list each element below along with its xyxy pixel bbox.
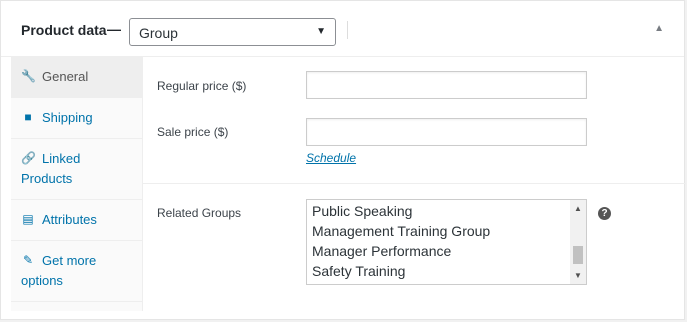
tab-attributes[interactable]: ▤ Attributes [11, 200, 143, 241]
schedule-link[interactable]: Schedule [306, 151, 356, 165]
scroll-down-icon[interactable]: ▼ [574, 271, 582, 280]
product-data-header: Product data — Group ▼ ▲ [1, 1, 684, 57]
product-data-tabs: 🔧 General ■ Shipping 🔗 Linked Products ▤… [11, 57, 143, 311]
scrollbar[interactable]: ▲ ▼ [570, 200, 586, 284]
chevron-down-icon: ▼ [316, 26, 326, 37]
product-type-select[interactable]: Group ▼ [129, 18, 336, 46]
list-item[interactable]: Manager Performance [312, 243, 451, 259]
scrollbar-thumb[interactable] [573, 246, 583, 264]
title-dash: — [107, 21, 121, 37]
sale-price-input[interactable] [306, 118, 587, 146]
list-item[interactable]: Public Speaking [312, 203, 412, 219]
related-groups-select[interactable]: Public Speaking Management Training Grou… [306, 199, 587, 285]
tab-linked-products[interactable]: 🔗 Linked Products [11, 139, 143, 200]
header-separator [347, 21, 348, 39]
sale-price-label: Sale price ($) [157, 125, 229, 139]
collapse-toggle-icon[interactable]: ▲ [654, 23, 664, 34]
product-data-title: Product data [21, 22, 107, 38]
tab-general[interactable]: 🔧 General [11, 57, 143, 98]
related-groups-label: Related Groups [157, 206, 242, 220]
product-data-panel: Product data — Group ▼ ▲ 🔧 General ■ Shi… [0, 0, 686, 320]
tab-get-more-options[interactable]: ✎ Get more options [11, 241, 143, 302]
product-type-value: Group [139, 25, 178, 41]
regular-price-input[interactable] [306, 71, 587, 99]
help-icon[interactable]: ? [598, 207, 611, 220]
list-item[interactable]: Safety Training [312, 263, 405, 279]
wrench-icon: 🔧 [21, 69, 36, 83]
regular-price-label: Regular price ($) [157, 79, 247, 93]
scroll-up-icon[interactable]: ▲ [574, 204, 582, 213]
list-item[interactable]: Management Training Group [312, 223, 490, 239]
section-divider [143, 183, 686, 184]
tab-shipping[interactable]: ■ Shipping [11, 98, 143, 139]
tab-shipping-label: Shipping [42, 110, 93, 125]
truck-icon: ■ [24, 110, 32, 124]
list-icon: ▤ [22, 212, 34, 226]
tab-attributes-label: Attributes [42, 212, 97, 227]
tab-general-label: General [42, 69, 89, 84]
tab-linked-products-label: Linked Products [21, 151, 81, 186]
tab-get-more-options-label: Get more options [21, 253, 97, 288]
